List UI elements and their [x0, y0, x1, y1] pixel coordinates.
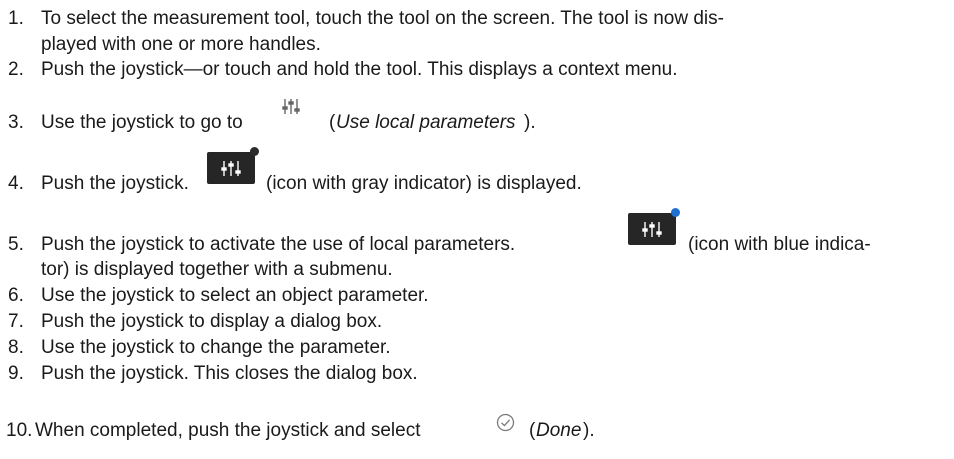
step-text: Push the joystick.: [41, 173, 189, 194]
step-italic-term: Use local parameters: [336, 112, 516, 133]
step-number: 4.: [8, 173, 24, 194]
step-text: Use the joystick to select an object par…: [41, 285, 429, 306]
step-paren-open: (: [529, 420, 536, 441]
step-number: 10.: [6, 420, 33, 441]
step-text-after-icon: (icon with gray indicator) is displayed.: [266, 173, 582, 194]
step-text: To select the measurement tool, touch th…: [41, 8, 724, 29]
step-number: 3.: [8, 112, 24, 133]
step-text-continued: tor) is displayed together with a submen…: [41, 259, 393, 280]
step-text: Use the joystick to go to: [41, 112, 243, 133]
step-number: 7.: [8, 311, 24, 332]
sliders-icon: [280, 97, 302, 117]
step-text: When completed, push the joystick and se…: [35, 420, 421, 441]
step-text: Push the joystick. This closes the dialo…: [41, 363, 418, 384]
blue-indicator-dot: [671, 208, 680, 217]
step-italic-term: Done: [536, 420, 582, 441]
step-number: 5.: [8, 234, 24, 255]
step-text: Push the joystick to activate the use of…: [41, 234, 516, 255]
local-parameters-gray-indicator-icon: [207, 147, 259, 184]
gray-indicator-dot: [250, 147, 259, 156]
step-paren-open: (: [329, 112, 336, 133]
step-number: 9.: [8, 363, 24, 384]
step-number: 2.: [8, 59, 24, 80]
step-text: Push the joystick to display a dialog bo…: [41, 311, 383, 332]
local-parameters-blue-indicator-icon: [628, 208, 680, 245]
step-text-continued: played with one or more handles.: [41, 34, 321, 55]
step-text: Use the joystick to change the parameter…: [41, 337, 391, 358]
step-paren-close: ).: [524, 112, 536, 133]
step-number: 8.: [8, 337, 24, 358]
step-text-after-icon: (icon with blue indica-: [688, 234, 871, 255]
step-number: 1.: [8, 8, 24, 29]
step-paren-close: ).: [583, 420, 595, 441]
step-number: 6.: [8, 285, 24, 306]
check-circle-icon: [496, 413, 515, 432]
step-text: Push the joystick—or touch and hold the …: [41, 59, 678, 80]
